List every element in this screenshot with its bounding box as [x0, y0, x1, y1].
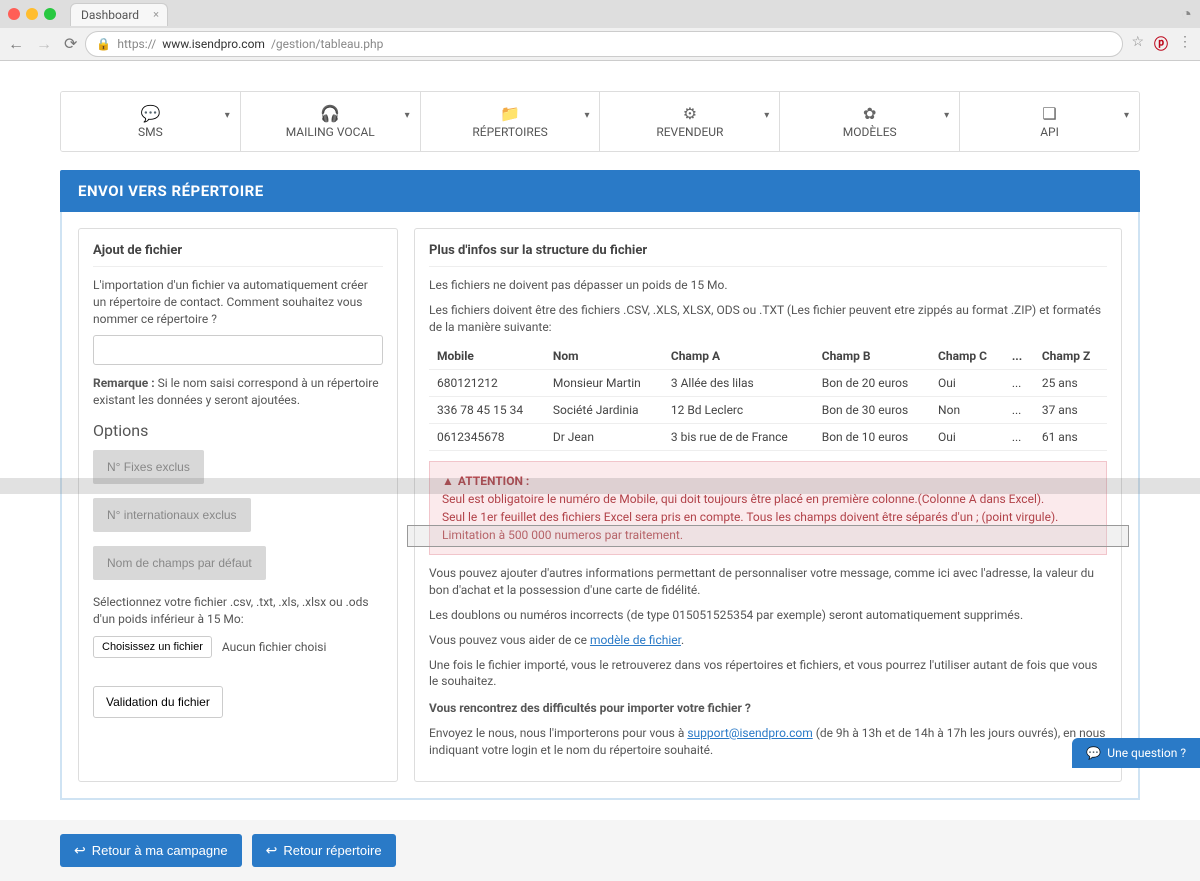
support-email-link[interactable]: support@isendpro.com	[687, 726, 812, 740]
info-para-2c: Vous pouvez vous aider de ce modèle de f…	[429, 632, 1107, 649]
table-header: ...	[1004, 343, 1034, 370]
tab-close-icon[interactable]: ×	[153, 8, 159, 21]
menu-icon[interactable]: ⋮	[1178, 34, 1192, 54]
option-intl-excluded[interactable]: N° internationaux exclus	[93, 498, 251, 532]
validate-file-button[interactable]: Validation du fichier	[93, 686, 223, 718]
attention-box: ▲ATTENTION : Seul est obligatoire le num…	[429, 461, 1107, 555]
chat-icon: 💬	[1086, 746, 1101, 760]
back-icon[interactable]: ←	[8, 34, 24, 54]
info-para-2a: Vous pouvez ajouter d'autres information…	[429, 565, 1107, 599]
address-bar[interactable]: 🔒 https:// www.isendpro.com/gestion/table…	[85, 31, 1123, 57]
chat-icon: 💬	[61, 104, 240, 123]
structure-table: MobileNomChamp AChamp BChamp C...Champ Z…	[429, 343, 1107, 451]
choose-file-button[interactable]: Choisissez un fichier	[93, 636, 212, 658]
nav-repertoires[interactable]: 📁RÉPERTOIRES▾	[421, 92, 601, 151]
gear-icon: ✿	[780, 104, 959, 123]
gear-icon: ⚙	[600, 104, 779, 123]
back-to-campaign-button[interactable]: ↩Retour à ma campagne	[60, 834, 242, 867]
url-scheme: https://	[117, 37, 156, 51]
nav-mailing-vocal[interactable]: 🎧MAILING VOCAL▾	[241, 92, 421, 151]
top-nav: 💬SMS▾ 🎧MAILING VOCAL▾ 📁RÉPERTOIRES▾ ⚙REV…	[60, 91, 1140, 152]
help-title: Vous rencontrez des difficultés pour imp…	[429, 700, 1107, 717]
browser-titlebar: Dashboard × ◔	[0, 0, 1200, 28]
browser-tab[interactable]: Dashboard ×	[70, 3, 168, 26]
back-to-repertoire-button[interactable]: ↩Retour répertoire	[252, 834, 396, 867]
file-instructions: Sélectionnez votre fichier .csv, .txt, .…	[93, 594, 383, 628]
table-row: 336 78 45 15 34Société Jardinia12 Bd Lec…	[429, 397, 1107, 424]
table-header: Champ Z	[1034, 343, 1107, 370]
right-panel: Plus d'infos sur la structure du fichier…	[414, 228, 1122, 782]
info-para-2d: Une fois le fichier importé, vous le ret…	[429, 657, 1107, 691]
page-body: 💬SMS▾ 🎧MAILING VOCAL▾ 📁RÉPERTOIRES▾ ⚙REV…	[0, 61, 1200, 820]
profile-icon[interactable]: ◔	[1181, 4, 1192, 25]
tab-title: Dashboard	[81, 8, 139, 22]
left-panel-title: Ajout de fichier	[93, 243, 383, 267]
return-icon: ↩	[74, 842, 86, 859]
minimize-icon[interactable]	[26, 8, 38, 20]
chevron-down-icon: ▾	[764, 110, 769, 121]
option-default-fields[interactable]: Nom de champs par défaut	[93, 546, 266, 580]
url-host: www.isendpro.com	[162, 37, 265, 51]
nav-revendeur[interactable]: ⚙REVENDEUR▾	[600, 92, 780, 151]
headset-icon: 🎧	[241, 104, 420, 123]
table-row: 0612345678Dr Jean3 bis rue de de FranceB…	[429, 424, 1107, 451]
left-panel: Ajout de fichier L'importation d'un fich…	[78, 228, 398, 782]
chat-widget[interactable]: 💬Une question ?	[1072, 738, 1200, 768]
template-file-link[interactable]: modèle de fichier	[590, 633, 681, 647]
chevron-down-icon: ▾	[944, 110, 949, 121]
table-header: Champ C	[930, 343, 1004, 370]
close-icon[interactable]	[8, 8, 20, 20]
info-line-2: Les fichiers doivent être des fichiers .…	[429, 302, 1107, 336]
info-para-2b: Les doublons ou numéros incorrects (de t…	[429, 607, 1107, 624]
options-heading: Options	[93, 421, 383, 440]
right-panel-title: Plus d'infos sur la structure du fichier	[429, 243, 1107, 267]
return-icon: ↩	[266, 842, 278, 859]
table-header: Nom	[545, 343, 663, 370]
table-row: 680121212Monsieur Martin3 Allée des lila…	[429, 370, 1107, 397]
window-controls	[8, 8, 56, 20]
content-box: Ajout de fichier L'importation d'un fich…	[60, 212, 1140, 800]
table-header: Champ A	[663, 343, 814, 370]
lock-icon: 🔒	[96, 37, 111, 51]
reload-icon[interactable]: ⟳	[64, 34, 77, 54]
url-path: /gestion/tableau.php	[271, 37, 383, 51]
chevron-down-icon: ▾	[1124, 110, 1129, 121]
warning-icon: ▲	[442, 474, 454, 488]
bottom-actions: ↩Retour à ma campagne ↩Retour répertoire	[0, 820, 1200, 881]
left-intro: L'importation d'un fichier va automatiqu…	[93, 277, 383, 327]
folder-icon: 📁	[421, 104, 600, 123]
table-header: Mobile	[429, 343, 545, 370]
info-line-1: Les fichiers ne doivent pas dépasser un …	[429, 277, 1107, 294]
table-header: Champ B	[814, 343, 930, 370]
browser-chrome: Dashboard × ◔ ← → ⟳ 🔒 https:// www.isendp…	[0, 0, 1200, 61]
chevron-down-icon: ▾	[584, 110, 589, 121]
no-file-label: Aucun fichier choisi	[222, 640, 327, 654]
nav-sms[interactable]: 💬SMS▾	[61, 92, 241, 151]
maximize-icon[interactable]	[44, 8, 56, 20]
option-fixed-excluded[interactable]: N° Fixes exclus	[93, 450, 204, 484]
pinterest-icon[interactable]: ⓟ	[1154, 34, 1168, 54]
star-icon[interactable]: ☆	[1131, 34, 1144, 54]
nav-api[interactable]: ❑API▾	[960, 92, 1139, 151]
left-remark: Remarque : Si le nom saisi correspond à …	[93, 375, 383, 409]
repertoire-name-input[interactable]	[93, 335, 383, 365]
forward-icon[interactable]: →	[36, 34, 52, 54]
page-title: ENVOI VERS RÉPERTOIRE	[60, 170, 1140, 212]
chevron-down-icon: ▾	[225, 110, 230, 121]
browser-toolbar: ← → ⟳ 🔒 https:// www.isendpro.com/gestion…	[0, 28, 1200, 60]
code-icon: ❑	[960, 104, 1139, 123]
nav-modeles[interactable]: ✿MODÈLES▾	[780, 92, 960, 151]
chevron-down-icon: ▾	[405, 110, 410, 121]
help-text: Envoyez le nous, nous l'importerons pour…	[429, 725, 1107, 759]
